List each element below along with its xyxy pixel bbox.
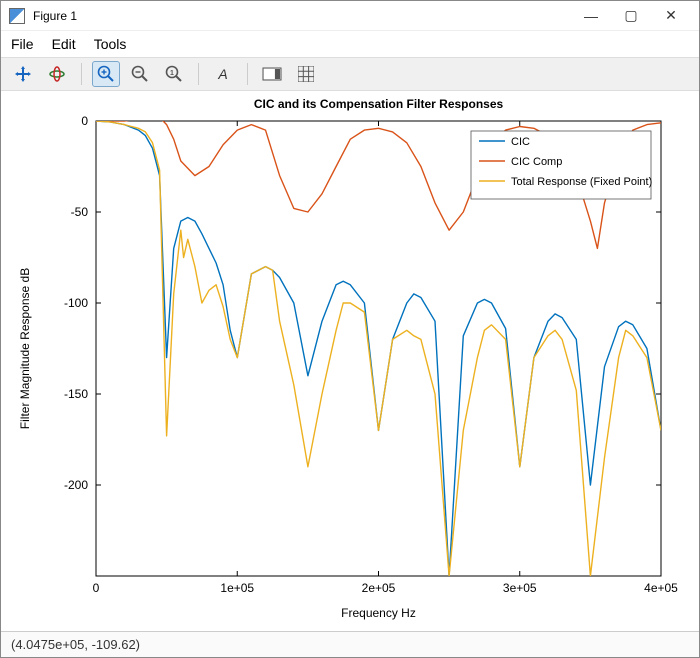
svg-text:0: 0 bbox=[93, 581, 100, 595]
menubar: File Edit Tools bbox=[1, 31, 699, 57]
grid-button[interactable] bbox=[292, 61, 320, 87]
zoom-reset-button[interactable]: 1 bbox=[160, 61, 188, 87]
svg-text:0: 0 bbox=[81, 114, 88, 128]
menu-tools[interactable]: Tools bbox=[94, 36, 127, 52]
svg-text:A: A bbox=[217, 66, 227, 82]
svg-text:CIC Comp: CIC Comp bbox=[511, 156, 562, 168]
zoom-out-button[interactable] bbox=[126, 61, 154, 87]
rotate-button[interactable] bbox=[43, 61, 71, 87]
chart-svg: 0 1e+05 2e+05 3e+05 4e+05 -200 -150 -100 -50 0 CIC… bbox=[1, 91, 700, 631]
svg-text:-150: -150 bbox=[64, 387, 88, 401]
text-button[interactable]: A bbox=[209, 61, 237, 87]
zoom-out-icon bbox=[130, 64, 150, 84]
svg-text:CIC and its Compensation Filte: CIC and its Compensation Filter Response… bbox=[254, 97, 504, 111]
zoom-in-icon bbox=[96, 64, 116, 84]
colorbar-icon bbox=[262, 67, 282, 81]
grid-icon bbox=[298, 66, 314, 82]
svg-text:Total Response (Fixed Point): Total Response (Fixed Point) bbox=[511, 176, 652, 188]
plot-area[interactable]: 0 1e+05 2e+05 3e+05 4e+05 -200 -150 -100 -50 0 CIC… bbox=[1, 91, 699, 631]
svg-text:-100: -100 bbox=[64, 296, 88, 310]
status-coords: (4.0475e+05, -109.62) bbox=[11, 637, 140, 652]
svg-text:1e+05: 1e+05 bbox=[220, 581, 254, 595]
svg-text:CIC: CIC bbox=[511, 136, 530, 148]
maximize-button[interactable]: ▢ bbox=[611, 2, 651, 30]
svg-text:Filter Magnitude Response dB: Filter Magnitude Response dB bbox=[18, 268, 32, 429]
text-icon: A bbox=[214, 65, 232, 83]
svg-text:1: 1 bbox=[170, 70, 174, 77]
zoom-reset-icon: 1 bbox=[164, 64, 184, 84]
toolbar: 1 A bbox=[1, 57, 699, 91]
svg-text:3e+05: 3e+05 bbox=[503, 581, 537, 595]
svg-text:2e+05: 2e+05 bbox=[362, 581, 396, 595]
svg-text:4e+05: 4e+05 bbox=[644, 581, 678, 595]
zoom-in-button[interactable] bbox=[92, 61, 120, 87]
minimize-button[interactable]: — bbox=[571, 2, 611, 30]
svg-text:-200: -200 bbox=[64, 478, 88, 492]
close-button[interactable]: ✕ bbox=[651, 2, 691, 30]
colorbar-button[interactable] bbox=[258, 61, 286, 87]
svg-text:-50: -50 bbox=[71, 205, 89, 219]
app-icon bbox=[9, 8, 25, 24]
pan-icon bbox=[14, 65, 32, 83]
rotate-icon bbox=[48, 65, 66, 83]
pan-button[interactable] bbox=[9, 61, 37, 87]
statusbar: (4.0475e+05, -109.62) bbox=[1, 631, 699, 657]
menu-file[interactable]: File bbox=[11, 36, 34, 52]
menu-edit[interactable]: Edit bbox=[52, 36, 76, 52]
svg-text:Frequency Hz: Frequency Hz bbox=[341, 606, 416, 620]
titlebar: Figure 1 — ▢ ✕ bbox=[1, 1, 699, 31]
window-title: Figure 1 bbox=[33, 9, 77, 23]
